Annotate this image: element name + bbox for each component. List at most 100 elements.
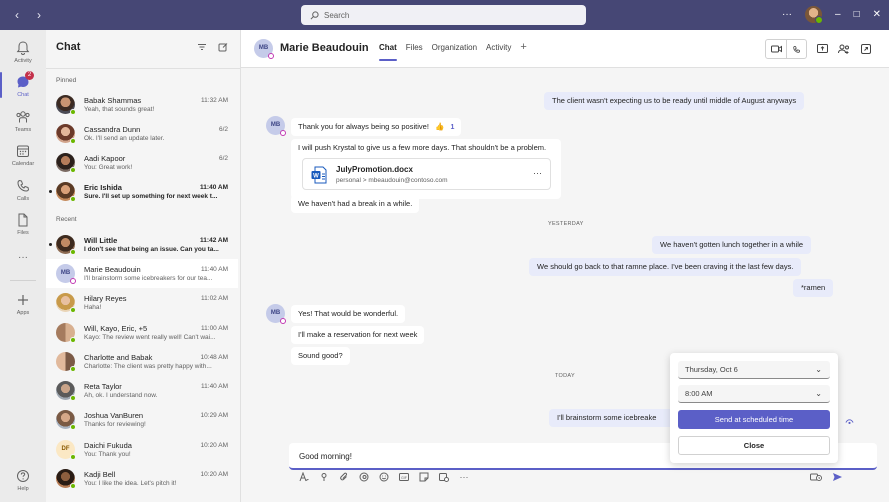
- chat-name: Reta Taylor: [84, 382, 122, 391]
- search-input[interactable]: Search: [301, 5, 586, 25]
- sender-avatar: MB: [266, 116, 286, 136]
- contact-avatar[interactable]: MB: [254, 39, 274, 59]
- maximize-button[interactable]: □: [854, 9, 860, 20]
- forward-button[interactable]: ›: [32, 8, 46, 22]
- file-more-options-button[interactable]: ···: [533, 168, 542, 178]
- more-options-button[interactable]: ···: [459, 472, 469, 482]
- file-path: personal > mbeaudouin@contoso.com: [336, 177, 448, 184]
- new-chat-icon[interactable]: [218, 42, 228, 52]
- rail-chat[interactable]: 2 Chat: [0, 71, 46, 98]
- calendar-clock-icon: [439, 473, 449, 482]
- share-screen-button[interactable]: [815, 42, 829, 56]
- chat-time: 11:40 AM: [201, 266, 228, 273]
- chat-preview: Charlotte: The client was pretty happy w…: [84, 363, 212, 370]
- rail-help[interactable]: Help: [0, 468, 46, 492]
- schedule-time-dropdown[interactable]: 8:00 AM ⌄: [678, 385, 830, 403]
- sticker-button[interactable]: [419, 472, 429, 482]
- attach-button[interactable]: [339, 472, 349, 482]
- chat-row-charlotte-and-babak[interactable]: Charlotte and Babak 10:48 AM Charlotte: …: [46, 347, 238, 376]
- message-incoming[interactable]: Thank you for always being so positive! …: [291, 118, 462, 136]
- chat-time: 10:20 AM: [200, 471, 228, 478]
- tab-files[interactable]: Files: [406, 43, 423, 61]
- message-incoming[interactable]: We haven't had a break in a while.: [291, 195, 420, 213]
- rail-more[interactable]: ···: [0, 252, 46, 263]
- chat-row-hilary-reyes[interactable]: Hilary Reyes 11:02 AM Haha!: [46, 288, 238, 317]
- rail-activity[interactable]: Activity: [0, 40, 46, 64]
- chat-name: Will, Kayo, Eric, +5: [84, 324, 148, 333]
- message-incoming[interactable]: Yes! That would be wonderful.: [291, 305, 406, 323]
- rail-teams[interactable]: Teams: [0, 109, 46, 133]
- avatar: [56, 469, 76, 489]
- rail-calls[interactable]: Calls: [0, 178, 46, 202]
- nav-arrows: ‹ ›: [10, 8, 46, 22]
- chat-row-aadi-kapoor[interactable]: Aadi Kapoor 6/2 You: Great work!: [46, 148, 238, 177]
- tab-activity[interactable]: Activity: [486, 43, 511, 61]
- rail-files[interactable]: Files: [0, 212, 46, 236]
- audio-call-button[interactable]: [786, 40, 806, 58]
- close-window-button[interactable]: ✕: [873, 9, 881, 20]
- loop-button[interactable]: [359, 472, 369, 482]
- chat-list-divider: [46, 68, 241, 69]
- message-text: I will push Krystal to give us a few mor…: [298, 143, 547, 152]
- message-outgoing[interactable]: I'll brainstorm some icebreake: [549, 409, 679, 427]
- chat-preview: I'll brainstorm some icebreakers for our…: [84, 275, 213, 282]
- popout-chat-button[interactable]: [859, 42, 873, 56]
- tab-organization[interactable]: Organization: [432, 43, 477, 61]
- popout-icon: [861, 44, 871, 54]
- chat-preview: I don't see that being an issue. Can you…: [84, 246, 219, 253]
- chat-row-will-little[interactable]: Will Little 11:42 AM I don't see that be…: [46, 230, 238, 259]
- send-icon[interactable]: [832, 472, 843, 482]
- chat-row-eric-ishida[interactable]: Eric Ishida 11:40 AM Sure. I'll set up s…: [46, 177, 238, 206]
- schedule-send-icon[interactable]: [810, 472, 822, 482]
- chat-row-joshua-vanburen[interactable]: Joshua VanBuren 10:29 AM Thanks for revi…: [46, 405, 238, 434]
- message-incoming[interactable]: I'll make a reservation for next week: [291, 326, 425, 344]
- message-outgoing[interactable]: We haven't gotten lunch together in a wh…: [652, 236, 812, 254]
- bell-icon: [16, 41, 30, 55]
- avatar: [56, 352, 76, 372]
- filter-icon[interactable]: [197, 42, 207, 52]
- send-at-scheduled-time-button[interactable]: Send at scheduled time: [678, 410, 830, 429]
- rail-calendar[interactable]: Calendar: [0, 143, 46, 167]
- minimize-button[interactable]: –: [835, 9, 841, 20]
- rail-chat-label: Chat: [17, 92, 29, 98]
- teams-icon: [16, 111, 30, 123]
- rail-apps[interactable]: Apps: [0, 292, 46, 316]
- close-button[interactable]: Close: [678, 436, 830, 455]
- message-incoming-with-file[interactable]: I will push Krystal to give us a few mor…: [291, 139, 561, 199]
- sticker-icon: [419, 472, 429, 482]
- gif-icon: GIF: [399, 473, 409, 481]
- chat-name: Aadi Kapoor: [84, 154, 126, 163]
- search-icon: [310, 10, 319, 19]
- add-tab-button[interactable]: +: [520, 41, 526, 61]
- avatar: [56, 124, 76, 144]
- video-call-button[interactable]: [766, 40, 786, 58]
- back-button[interactable]: ‹: [10, 8, 24, 22]
- priority-button[interactable]: [319, 472, 329, 482]
- tab-chat[interactable]: Chat: [379, 43, 397, 61]
- profile-avatar[interactable]: [805, 6, 823, 24]
- chat-row-group-will-kayo-eric[interactable]: Will, Kayo, Eric, +5 11:00 AM Kayo: The …: [46, 318, 238, 347]
- chat-row-marie-beaudouin[interactable]: MB Marie Beaudouin 11:40 AM I'll brainst…: [46, 259, 238, 288]
- emoji-icon: [379, 472, 389, 482]
- message-outgoing[interactable]: *ramen: [793, 279, 834, 297]
- gif-button[interactable]: GIF: [399, 472, 409, 482]
- message-outgoing[interactable]: The client wasn't expecting us to be rea…: [544, 92, 805, 110]
- chat-row-reta-taylor[interactable]: Reta Taylor 11:40 AM Ah, ok. I understan…: [46, 376, 238, 405]
- schedule-meeting-button[interactable]: [439, 472, 449, 482]
- chat-name: Daichi Fukuda: [84, 441, 132, 450]
- schedule-date-dropdown[interactable]: Thursday, Oct 6 ⌄: [678, 361, 830, 379]
- emoji-button[interactable]: [379, 472, 389, 482]
- file-attachment[interactable]: W JulyPromotion.docx personal > mbeaudou…: [302, 158, 551, 190]
- settings-more-button[interactable]: ···: [782, 9, 792, 20]
- unread-indicator: [49, 190, 52, 193]
- message-incoming[interactable]: Sound good?: [291, 347, 350, 365]
- chat-row-cassandra-dunn[interactable]: Cassandra Dunn 6/2 Ok. I'll send an upda…: [46, 119, 238, 148]
- add-people-button[interactable]: [837, 42, 851, 56]
- chat-row-babak-shammas[interactable]: Babak Shammas 11:32 AM Yeah, that sounds…: [46, 90, 238, 119]
- message-outgoing[interactable]: We should go back to that ramne place. I…: [529, 258, 802, 276]
- format-button[interactable]: [299, 472, 309, 482]
- thumbs-up-reaction-icon[interactable]: 👍: [435, 122, 444, 131]
- conversation-tabs: Chat Files Organization Activity +: [379, 41, 527, 61]
- chat-row-kadji-bell[interactable]: Kadji Bell 10:20 AM You: I like the idea…: [46, 464, 238, 493]
- chat-row-daichi-fukuda[interactable]: DF Daichi Fukuda 10:20 AM You: Thank you…: [46, 435, 238, 464]
